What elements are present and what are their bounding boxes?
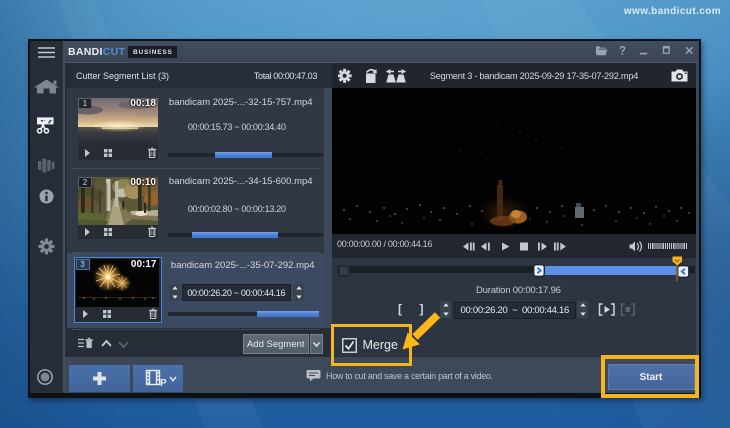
svg-text:?: ? (619, 46, 626, 58)
svg-text:P: P (160, 378, 167, 389)
